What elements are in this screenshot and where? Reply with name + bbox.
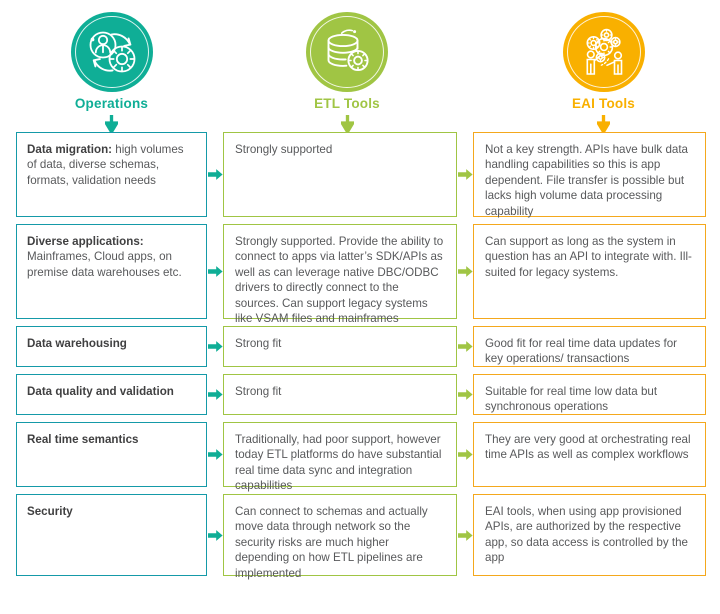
row-title: Real time semantics — [27, 433, 139, 446]
cell-operations: Security — [16, 494, 207, 576]
row-title: Diverse applications: — [27, 235, 144, 248]
row-title: Data warehousing — [27, 337, 127, 350]
cell-eai: EAI tools, when using app provisioned AP… — [473, 494, 706, 576]
connector-arrow-to-eai — [457, 422, 473, 487]
connector-arrow-to-eai — [457, 224, 473, 319]
cell-eai-text: EAI tools, when using app provisioned AP… — [485, 505, 689, 565]
table-row: Security Can connect to schemas and actu… — [16, 494, 720, 580]
cell-etl: Can connect to schemas and actually move… — [223, 494, 457, 580]
row-title: Data quality and validation — [27, 385, 174, 398]
cell-eai: Suitable for real time low data but sync… — [473, 374, 706, 415]
table-row: Data warehousing Strong fit Good fit for… — [16, 326, 720, 367]
cell-operations: Real time semantics — [16, 422, 207, 487]
header-row: Operations ETL Tools EAI Tools — [0, 0, 720, 132]
header-label-etl-tools: ETL Tools — [314, 96, 380, 112]
cell-eai-text: Not a key strength. APIs have bulk data … — [485, 143, 689, 218]
cell-etl: Strong fit — [223, 326, 457, 367]
cell-etl-text: Strong fit — [235, 337, 282, 350]
eai-people-gears-icon — [562, 12, 645, 93]
cell-eai: They are very good at orchestrating real… — [473, 422, 706, 487]
cell-operations: Data warehousing — [16, 326, 207, 367]
row-title: Data migration: — [27, 143, 113, 156]
connector-arrow-to-etl — [207, 494, 223, 576]
table-row: Data quality and validation Strong fit S… — [16, 374, 720, 415]
cell-eai-text: Suitable for real time low data but sync… — [485, 385, 658, 414]
connector-arrow-to-etl — [207, 422, 223, 487]
matrix-rows: Data migration: high volumes of data, di… — [0, 132, 720, 580]
etl-database-gear-icon — [306, 12, 388, 93]
table-row: Real time semantics Traditionally, had p… — [16, 422, 720, 492]
connector-arrow-to-eai — [457, 132, 473, 217]
cell-etl-text: Traditionally, had poor support, however… — [235, 433, 442, 493]
down-arrow-operations — [105, 115, 118, 132]
cell-etl-text: Strongly supported — [235, 143, 333, 156]
table-row: Data migration: high volumes of data, di… — [16, 132, 720, 218]
cell-operations: Data migration: high volumes of data, di… — [16, 132, 207, 217]
cell-eai: Good fit for real time data updates for … — [473, 326, 706, 367]
connector-arrow-to-etl — [207, 326, 223, 367]
connector-arrow-to-etl — [207, 374, 223, 415]
cell-eai-text: Good fit for real time data updates for … — [485, 337, 678, 366]
header-column-operations: Operations — [0, 0, 207, 132]
cell-etl-text: Strongly supported. Provide the ability … — [235, 235, 444, 326]
cell-eai: Not a key strength. APIs have bulk data … — [473, 132, 706, 218]
connector-arrow-to-etl — [207, 132, 223, 217]
connector-arrow-to-eai — [457, 374, 473, 415]
operations-people-gear-cycle-icon — [70, 12, 153, 93]
cell-etl-text: Can connect to schemas and actually move… — [235, 505, 428, 580]
row-detail: Mainframes, Cloud apps, on premise data … — [27, 250, 182, 279]
cell-operations: Diverse applications: Mainframes, Cloud … — [16, 224, 207, 319]
header-label-operations: Operations — [74, 96, 149, 112]
comparison-matrix: Operations ETL Tools EAI Tools Data migr… — [0, 0, 720, 614]
cell-etl: Strongly supported — [223, 132, 457, 217]
cell-etl: Strongly supported. Provide the ability … — [223, 224, 457, 325]
cell-eai-text: Can support as long as the system in que… — [485, 235, 692, 279]
cell-operations: Data quality and validation — [16, 374, 207, 415]
cell-etl-text: Strong fit — [235, 385, 282, 398]
cell-etl: Strong fit — [223, 374, 457, 415]
connector-arrow-to-eai — [457, 494, 473, 576]
connector-arrow-to-etl — [207, 224, 223, 319]
cell-eai: Can support as long as the system in que… — [473, 224, 706, 319]
header-label-eai-tools: EAI Tools — [571, 96, 636, 112]
header-column-eai-tools: EAI Tools — [487, 0, 720, 132]
table-row: Diverse applications: Mainframes, Cloud … — [16, 224, 720, 325]
down-arrow-etl-tools — [340, 115, 354, 132]
connector-arrow-to-eai — [457, 326, 473, 367]
cell-eai-text: They are very good at orchestrating real… — [485, 433, 691, 462]
cell-etl: Traditionally, had poor support, however… — [223, 422, 457, 492]
row-title: Security — [27, 505, 73, 518]
down-arrow-eai-tools — [597, 115, 610, 132]
header-column-etl-tools: ETL Tools — [222, 0, 472, 132]
